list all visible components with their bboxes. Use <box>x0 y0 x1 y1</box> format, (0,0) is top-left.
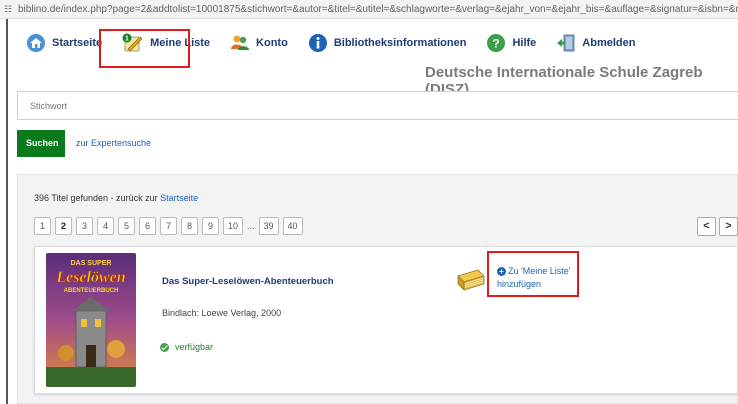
page-button[interactable]: 6 <box>139 217 156 235</box>
page-button[interactable]: 40 <box>282 217 303 235</box>
nav-bibliotheksinformationen-label: Bibliotheksinformationen <box>333 37 467 49</box>
info-icon <box>308 33 328 53</box>
nav-hilfe[interactable]: ? Hilfe <box>486 33 536 53</box>
address-bar[interactable]: ☷ biblino.de/index.php?page=2&addtolist=1… <box>0 0 738 19</box>
book-icon <box>456 268 486 292</box>
nav-konto[interactable]: Konto <box>230 33 288 53</box>
pagination-arrows: < > <box>694 217 738 236</box>
nav-hilfe-label: Hilfe <box>512 37 537 49</box>
nav-abmelden[interactable]: Abmelden <box>556 33 635 53</box>
page-button[interactable]: 9 <box>202 217 219 235</box>
availability-label: verfügbar <box>175 342 214 352</box>
book-publisher: Bindlach: Loewe Verlag, 2000 <box>162 308 282 318</box>
available-check-icon <box>160 342 169 352</box>
book-title-link[interactable]: Das Super-Leselöwen-Abenteuerbuch <box>162 276 334 287</box>
page-button[interactable]: 8 <box>181 217 198 235</box>
logout-door-icon <box>556 33 576 53</box>
page-button[interactable]: 39 <box>258 217 279 235</box>
nav-bibliotheksinformationen[interactable]: Bibliotheksinformationen <box>308 33 467 53</box>
next-page-button[interactable]: > <box>719 217 738 236</box>
search-bar <box>17 91 738 120</box>
page-button[interactable]: 5 <box>118 217 135 235</box>
nav-abmelden-label: Abmelden <box>582 37 636 49</box>
svg-text:?: ? <box>493 37 500 51</box>
result-card <box>34 246 738 394</box>
page-button-active[interactable]: 2 <box>55 217 72 235</box>
availability-status: verfügbar <box>160 342 213 352</box>
help-icon: ? <box>486 33 506 53</box>
svg-text:ABENTEUERBUCH: ABENTEUERBUCH <box>64 288 119 294</box>
results-count: 396 Titel gefunden <box>34 193 109 203</box>
svg-text:Leselöwen: Leselöwen <box>55 269 125 286</box>
results-summary: 396 Titel gefunden - zurück zur Startsei… <box>34 193 198 203</box>
back-to-start-link[interactable]: Startseite <box>160 193 198 203</box>
pagination-ellipsis: ... <box>247 221 255 231</box>
users-icon <box>230 33 250 53</box>
pagination: 1 2 3 4 5 6 7 8 9 10 ... 39 40 <box>34 217 307 235</box>
page-button[interactable]: 10 <box>223 217 244 235</box>
prev-page-button[interactable]: < <box>697 217 716 236</box>
nav-konto-label: Konto <box>256 37 288 49</box>
page-button[interactable]: 7 <box>160 217 177 235</box>
home-icon <box>26 33 46 53</box>
search-input[interactable] <box>18 92 738 119</box>
svg-text:DAS SUPER: DAS SUPER <box>71 260 112 267</box>
page-button[interactable]: 3 <box>76 217 93 235</box>
highlight-add-to-list <box>487 251 579 297</box>
nav-startseite[interactable]: Startseite <box>26 33 102 53</box>
page-border <box>6 19 8 404</box>
page-button[interactable]: 4 <box>97 217 114 235</box>
site-info-icon[interactable]: ☷ <box>4 0 14 18</box>
search-button[interactable]: Suchen <box>17 130 65 157</box>
nav-startseite-label: Startseite <box>52 37 103 49</box>
book-cover[interactable]: DAS SUPER Leselöwen ABENTEUERBUCH <box>46 253 136 387</box>
url-text: biblino.de/index.php?page=2&addtolist=10… <box>18 4 738 15</box>
expert-search-link[interactable]: zur Expertensuche <box>76 138 151 148</box>
highlight-meine-liste <box>99 29 190 68</box>
back-text: - zurück zur <box>108 193 161 203</box>
page-button[interactable]: 1 <box>34 217 51 235</box>
